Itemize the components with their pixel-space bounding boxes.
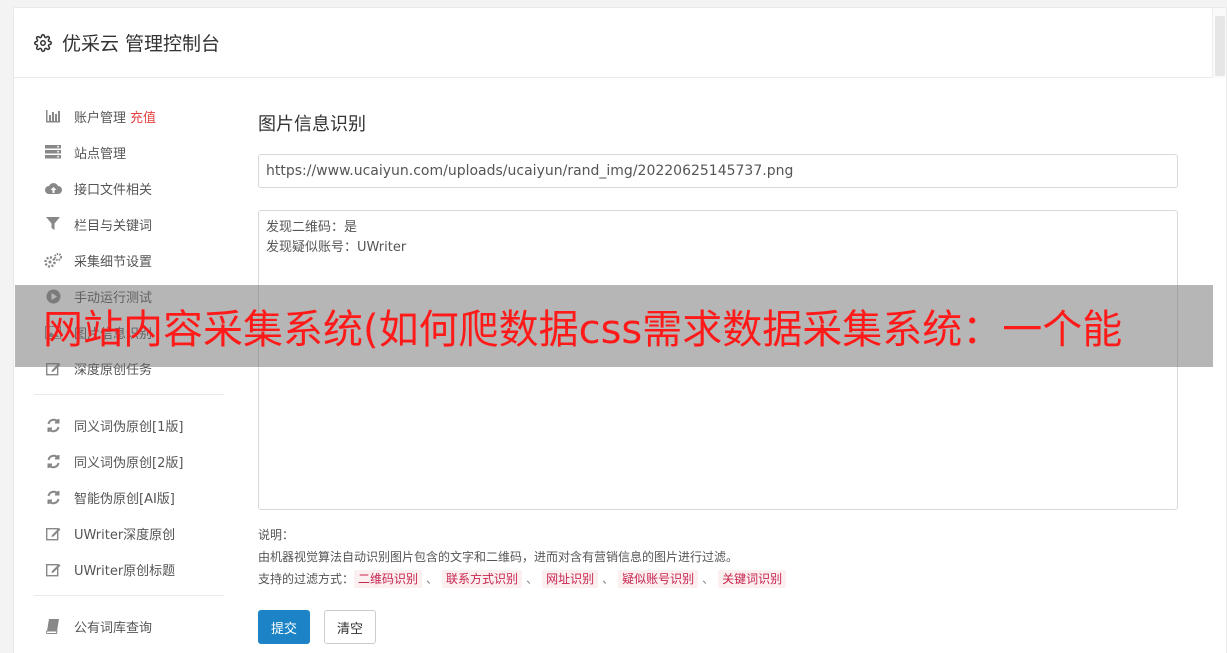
filter-separator: 、 [602,572,615,586]
sidebar-item-label: 公有词库查询 [74,620,153,636]
filter-tag: 疑似账号识别 [618,570,699,588]
sidebar-divider [34,394,224,395]
scrollbar[interactable] [1212,8,1226,78]
description: 说明： 由机器视觉算法自动识别图片包含的文字和二维码，进而对含有营销信息的图片进… [258,524,1178,590]
form-actions: 提交 清空 [258,610,1178,644]
sidebar-item-label: 接口文件相关 [74,182,153,198]
page-title: 图片信息识别 [258,114,366,135]
result-line: 发现疑似账号：UWriter [266,240,407,255]
sidebar-item-uwriter-title[interactable]: UWriter原创标题 [34,551,224,587]
filter-tag: 二维码识别 [354,570,423,588]
sidebar: 账户管理 充值 站点管理 接口文件相关 栏目与关键词 采集细节设置 手动运行测试… [34,98,224,644]
overlay-banner: 网站内容采集系统(如何爬数据css需求数据采集系统：一个能 [15,285,1213,367]
gear-icon [34,33,52,52]
sidebar-divider [34,595,224,596]
filter-icon [44,216,62,232]
edit-icon [44,561,62,577]
refresh-icon [44,417,62,433]
page-header-title: 优采云 管理控制台 [62,33,221,55]
filter-tag: 关键词识别 [718,570,787,588]
sidebar-item-label: UWriter原创标题 [74,563,176,579]
sidebar-item-label: 栏目与关键词 [74,218,153,234]
sidebar-item-sites[interactable]: 站点管理 [34,134,224,170]
sidebar-item-synonym-v1[interactable]: 同义词伪原创[1版] [34,407,224,443]
sidebar-item-label: UWriter深度原创 [74,527,176,543]
filter-tag: 网址识别 [542,570,599,588]
result-line: 发现二维码：是 [266,220,358,235]
top-bar: 优采云 管理控制台 [14,8,1226,78]
overlay-banner-text: 网站内容采集系统(如何爬数据css需求数据采集系统：一个能 [43,307,1123,353]
filter-methods: 支持的过滤方式： 二维码识别、联系方式识别、网址识别、疑似账号识别、关键词识别 [258,568,1178,590]
description-text: 由机器视觉算法自动识别图片包含的文字和二维码，进而对含有营销信息的图片进行过滤。 [258,550,739,564]
clear-button[interactable]: 清空 [324,610,377,644]
description-label: 说明： [258,528,295,542]
sidebar-item-label: 同义词伪原创[1版] [74,419,184,435]
sidebar-item-account[interactable]: 账户管理 充值 [34,98,224,134]
sidebar-item-label: 采集细节设置 [74,254,153,270]
filter-tag: 联系方式识别 [442,570,523,588]
sidebar-item-api-files[interactable]: 接口文件相关 [34,170,224,206]
submit-button[interactable]: 提交 [258,610,311,644]
sidebar-item-collect-settings[interactable]: 采集细节设置 [34,242,224,278]
edit-icon [44,525,62,541]
filter-separator: 、 [526,572,539,586]
gears-icon [44,252,62,268]
refresh-icon [44,489,62,505]
sidebar-item-ai-rewrite[interactable]: 智能伪原创[AI版] [34,479,224,515]
server-icon [44,144,62,160]
cloud-upload-icon [44,180,62,196]
image-url-input[interactable]: https://www.ucaiyun.com/uploads/ucaiyun/… [258,154,1178,188]
main-content: 图片信息识别 https://www.ucaiyun.com/uploads/u… [258,108,1178,644]
sidebar-item-columns-keywords[interactable]: 栏目与关键词 [34,206,224,242]
sidebar-item-uwriter-deep[interactable]: UWriter深度原创 [34,515,224,551]
sidebar-item-label: 智能伪原创[AI版] [74,491,175,507]
recharge-link[interactable]: 充值 [130,107,156,126]
filter-methods-label: 支持的过滤方式： [258,572,355,586]
sidebar-item-synonym-v2[interactable]: 同义词伪原创[2版] [34,443,224,479]
sidebar-item-label: 站点管理 [74,146,127,162]
scrollbar-thumb[interactable] [1215,16,1225,76]
bar-chart-icon [44,108,62,124]
filter-separator: 、 [426,572,439,586]
filter-separator: 、 [702,572,715,586]
sidebar-item-label: 账户管理 [74,110,127,126]
sidebar-item-public-lexicon[interactable]: 公有词库查询 [34,608,224,644]
refresh-icon [44,453,62,469]
sidebar-item-label: 同义词伪原创[2版] [74,455,184,471]
book-icon [44,618,62,634]
